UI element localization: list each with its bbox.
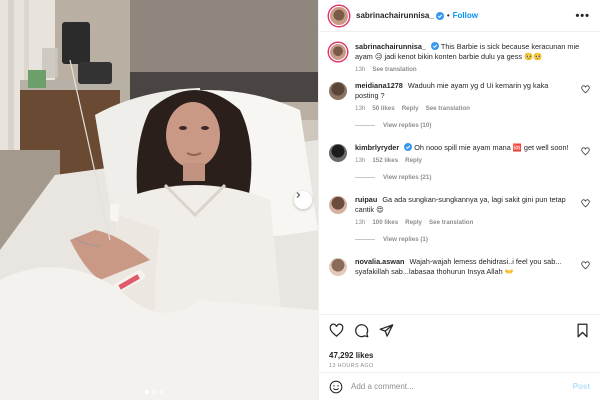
post-header: sabrinachairunnisa_ • Follow ••• — [319, 0, 600, 32]
comment-body: Oh nooo spill mie ayam mana 🆘 get well s… — [414, 143, 569, 152]
verified-icon — [404, 143, 413, 151]
view-replies-button[interactable]: View replies (10) — [355, 122, 590, 129]
caption: sabrinachairunnisa_ This Barbie is sick … — [329, 42, 590, 73]
comment-item: kimbrlyryder Oh nooo spill mie ayam mana… — [329, 143, 590, 164]
view-replies-button[interactable]: View replies (1) — [355, 236, 590, 243]
avatar[interactable] — [329, 5, 349, 26]
separator-dot: • — [446, 11, 450, 20]
hospital-photo — [0, 0, 318, 400]
comment-username[interactable]: meidiana1278 — [355, 81, 403, 90]
post-side-panel: sabrinachairunnisa_ • Follow ••• sabrina… — [318, 0, 600, 400]
author-username[interactable]: sabrinachairunnisa_ — [356, 11, 434, 20]
verified-icon — [435, 11, 444, 20]
comment-username[interactable]: ruipau — [355, 195, 377, 204]
see-translation-link[interactable]: See translation — [429, 219, 473, 226]
reply-button[interactable]: Reply — [402, 105, 419, 112]
comment-age: 13h — [355, 219, 366, 226]
comment-item: meidiana1278 Waduuh mie ayam yg d Ui kem… — [329, 81, 590, 112]
comment-meta: 13h 100 likes Reply See translation — [355, 219, 573, 226]
verified-icon — [430, 42, 439, 50]
view-replies-label: View replies (10) — [383, 122, 432, 129]
post-time: 13 HOURS AGO — [329, 363, 374, 369]
post-actions: 47,292 likes 13 HOURS AGO — [319, 314, 600, 369]
view-replies-label: View replies (21) — [383, 174, 432, 181]
avatar[interactable] — [329, 82, 347, 100]
avatar[interactable] — [329, 196, 347, 214]
comment-body: Ga ada sungkan-sungkannya ya, lagi sakit… — [355, 195, 566, 214]
avatar[interactable] — [329, 144, 347, 162]
likes-count[interactable]: 47,292 likes — [329, 351, 590, 360]
comment-icon[interactable] — [354, 323, 369, 338]
comment-likes[interactable]: 50 likes — [372, 105, 394, 112]
comments-list[interactable]: sabrinachairunnisa_ This Barbie is sick … — [319, 32, 600, 314]
comment-username[interactable]: novalia.aswan — [355, 257, 404, 266]
share-icon[interactable] — [379, 323, 394, 338]
view-replies-label: View replies (1) — [383, 236, 428, 243]
comment-age: 13h — [355, 157, 366, 164]
comment-age: 13h — [355, 105, 366, 112]
reply-button[interactable]: Reply — [405, 219, 422, 226]
chevron-right-icon — [296, 192, 301, 198]
comment-input[interactable] — [351, 382, 573, 391]
follow-button[interactable]: Follow — [453, 11, 478, 20]
heart-icon[interactable] — [581, 147, 590, 156]
caption-username[interactable]: sabrinachairunnisa_ — [355, 42, 426, 51]
comment-text: meidiana1278 Waduuh mie ayam yg d Ui kem… — [355, 81, 573, 101]
reply-button[interactable]: Reply — [405, 157, 422, 164]
heart-icon[interactable] — [329, 323, 344, 338]
comment-text: novalia.aswan Wajah-wajah lemess dehidra… — [355, 257, 573, 277]
comment-likes[interactable]: 100 likes — [372, 219, 398, 226]
comment-text: kimbrlyryder Oh nooo spill mie ayam mana… — [355, 143, 573, 153]
post-photo[interactable] — [0, 0, 318, 400]
caption-age: 13h — [355, 66, 366, 73]
post-comment-button[interactable]: Post — [573, 382, 590, 391]
see-translation-link[interactable]: See translation — [372, 66, 416, 73]
carousel-dot — [159, 390, 163, 394]
add-comment-bar: Post — [319, 372, 600, 400]
caption-meta: 13h See translation — [355, 66, 590, 73]
next-slide-button[interactable] — [294, 191, 312, 209]
caption-text: sabrinachairunnisa_ This Barbie is sick … — [355, 42, 590, 62]
heart-icon[interactable] — [581, 261, 590, 270]
more-icon[interactable]: ••• — [575, 10, 590, 22]
carousel-dot — [145, 390, 149, 394]
comment-likes[interactable]: 152 likes — [372, 157, 398, 164]
see-translation-link[interactable]: See translation — [426, 105, 470, 112]
view-replies-button[interactable]: View replies (21) — [355, 174, 590, 181]
carousel-indicator — [145, 390, 163, 394]
comment-item: novalia.aswan Wajah-wajah lemess dehidra… — [329, 257, 590, 277]
comment-text: ruipau Ga ada sungkan-sungkannya ya, lag… — [355, 195, 573, 215]
comment-meta: 13h 152 likes Reply — [355, 157, 573, 164]
avatar[interactable] — [329, 258, 347, 276]
heart-icon[interactable] — [581, 85, 590, 94]
comment-item: ruipau Ga ada sungkan-sungkannya ya, lag… — [329, 195, 590, 226]
bookmark-icon[interactable] — [575, 323, 590, 338]
avatar[interactable] — [329, 43, 347, 61]
comment-username[interactable]: kimbrlyryder — [355, 143, 399, 152]
carousel-dot — [152, 390, 156, 394]
emoji-icon[interactable] — [329, 380, 343, 394]
comment-meta: 13h 50 likes Reply See translation — [355, 105, 573, 112]
heart-icon[interactable] — [581, 199, 590, 208]
